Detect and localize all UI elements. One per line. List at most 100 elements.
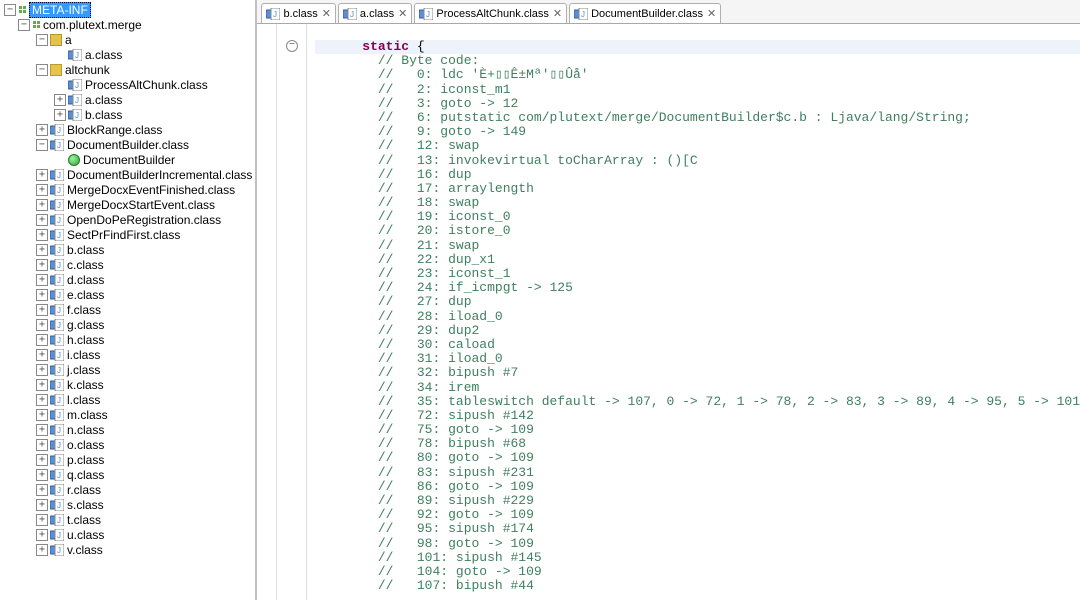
tree-item[interactable]: +Ju.class bbox=[4, 527, 255, 542]
code-line[interactable]: // 2: iconst_m1 bbox=[315, 83, 1080, 97]
tree-item[interactable]: +Jo.class bbox=[4, 437, 255, 452]
code-line[interactable]: // 16: dup bbox=[315, 168, 1080, 182]
code-line[interactable]: // 89: sipush #229 bbox=[315, 494, 1080, 508]
tree-label[interactable]: s.class bbox=[67, 498, 104, 512]
code-line[interactable]: // 17: arraylength bbox=[315, 182, 1080, 196]
code-line[interactable]: // 35: tableswitch default -> 107, 0 -> … bbox=[315, 395, 1080, 409]
close-icon[interactable]: ✕ bbox=[398, 7, 407, 20]
tree-label[interactable]: ProcessAltChunk.class bbox=[85, 78, 208, 92]
collapse-icon[interactable]: − bbox=[18, 19, 30, 31]
tree-label[interactable]: j.class bbox=[67, 363, 100, 377]
expand-icon[interactable]: + bbox=[36, 124, 48, 136]
tree-label[interactable]: l.class bbox=[67, 393, 100, 407]
expand-icon[interactable]: + bbox=[36, 439, 48, 451]
code-line[interactable]: // 29: dup2 bbox=[315, 324, 1080, 338]
expand-icon[interactable]: + bbox=[36, 349, 48, 361]
tree-label[interactable]: k.class bbox=[67, 378, 104, 392]
expand-icon[interactable]: + bbox=[36, 409, 48, 421]
tree-label[interactable]: u.class bbox=[67, 528, 104, 542]
tree-label[interactable]: n.class bbox=[67, 423, 104, 437]
code-line[interactable]: // 18: swap bbox=[315, 196, 1080, 210]
tree-item[interactable]: +Jr.class bbox=[4, 482, 255, 497]
expand-icon[interactable]: + bbox=[36, 259, 48, 271]
tree-label[interactable]: a bbox=[65, 33, 72, 47]
tree-label[interactable]: a.class bbox=[85, 93, 122, 107]
tree-item[interactable]: +JMergeDocxEventFinished.class bbox=[4, 182, 255, 197]
expand-icon[interactable]: + bbox=[36, 184, 48, 196]
tree-item[interactable]: Ja.class bbox=[4, 47, 255, 62]
code-line[interactable]: // 24: if_icmpgt -> 125 bbox=[315, 281, 1080, 295]
tree-item[interactable]: +Jb.class bbox=[4, 242, 255, 257]
code-line[interactable]: // 34: irem bbox=[315, 381, 1080, 395]
code-line[interactable]: // 107: bipush #44 bbox=[315, 579, 1080, 593]
code-line[interactable]: // 72: sipush #142 bbox=[315, 409, 1080, 423]
tree-label[interactable]: d.class bbox=[67, 273, 104, 287]
tree-label[interactable]: m.class bbox=[67, 408, 108, 422]
tree-label[interactable]: c.class bbox=[67, 258, 104, 272]
editor-tab[interactable]: JDocumentBuilder.class✕ bbox=[569, 3, 721, 23]
tree-item[interactable]: +Js.class bbox=[4, 497, 255, 512]
tree-item[interactable]: +Je.class bbox=[4, 287, 255, 302]
expand-icon[interactable]: + bbox=[36, 454, 48, 466]
tree-label[interactable]: com.plutext.merge bbox=[43, 18, 142, 32]
code-line[interactable]: // 30: caload bbox=[315, 338, 1080, 352]
tree-label[interactable]: BlockRange.class bbox=[67, 123, 162, 137]
code-line[interactable]: // 32: bipush #7 bbox=[315, 366, 1080, 380]
tree-item[interactable]: +Jf.class bbox=[4, 302, 255, 317]
tree-item[interactable]: +Jk.class bbox=[4, 377, 255, 392]
code-line[interactable]: // 6: putstatic com/plutext/merge/Docume… bbox=[315, 111, 1080, 125]
tree-label[interactable]: f.class bbox=[67, 303, 101, 317]
code-line[interactable]: // 104: goto -> 109 bbox=[315, 565, 1080, 579]
tree-item[interactable]: +Jd.class bbox=[4, 272, 255, 287]
expand-icon[interactable]: + bbox=[36, 199, 48, 211]
expand-icon[interactable]: + bbox=[36, 289, 48, 301]
tree-item[interactable]: +Jv.class bbox=[4, 542, 255, 557]
tree-label[interactable]: b.class bbox=[85, 108, 122, 122]
tree-label[interactable]: DocumentBuilder.class bbox=[67, 138, 189, 152]
expand-icon[interactable]: + bbox=[36, 319, 48, 331]
code-line[interactable]: // 12: swap bbox=[315, 139, 1080, 153]
code-line[interactable]: // 101: sipush #145 bbox=[315, 551, 1080, 565]
editor-tab[interactable]: JProcessAltChunk.class✕ bbox=[414, 3, 567, 23]
code-line[interactable]: // 28: iload_0 bbox=[315, 310, 1080, 324]
expand-icon[interactable]: + bbox=[36, 244, 48, 256]
collapse-icon[interactable]: − bbox=[36, 139, 48, 151]
tree-item[interactable]: +Jb.class bbox=[4, 107, 255, 122]
tree-item[interactable]: JProcessAltChunk.class bbox=[4, 77, 255, 92]
tree-label[interactable]: DocumentBuilder bbox=[83, 153, 175, 167]
tree-label[interactable]: b.class bbox=[67, 243, 104, 257]
expand-icon[interactable]: + bbox=[54, 94, 66, 106]
tree-item[interactable]: +JMergeDocxStartEvent.class bbox=[4, 197, 255, 212]
expand-icon[interactable]: + bbox=[36, 364, 48, 376]
code-line[interactable]: // 27: dup bbox=[315, 295, 1080, 309]
tree-item[interactable]: +JDocumentBuilderIncremental.class bbox=[4, 167, 255, 182]
code-line[interactable]: // 95: sipush #174 bbox=[315, 522, 1080, 536]
tree-item[interactable]: +JSectPrFindFirst.class bbox=[4, 227, 255, 242]
expand-icon[interactable]: + bbox=[36, 229, 48, 241]
tree-item[interactable]: +Jj.class bbox=[4, 362, 255, 377]
editor-tab[interactable]: Jb.class✕ bbox=[261, 3, 335, 23]
collapse-icon[interactable]: − bbox=[4, 4, 16, 16]
tree-label[interactable]: MergeDocxStartEvent.class bbox=[67, 198, 215, 212]
tree-item[interactable]: +Ji.class bbox=[4, 347, 255, 362]
tree-item[interactable]: +Jq.class bbox=[4, 467, 255, 482]
code-editor[interactable]: − static { // Byte code: // 0: ldc 'È+▯▯… bbox=[257, 24, 1080, 600]
tree-label[interactable]: e.class bbox=[67, 288, 104, 302]
tree-label[interactable]: i.class bbox=[67, 348, 100, 362]
tree-package[interactable]: − com.plutext.merge bbox=[4, 17, 255, 32]
expand-icon[interactable]: + bbox=[36, 394, 48, 406]
tree-item[interactable]: −altchunk bbox=[4, 62, 255, 77]
tree-label[interactable]: v.class bbox=[67, 543, 103, 557]
editor-tab-bar[interactable]: Jb.class✕Ja.class✕JProcessAltChunk.class… bbox=[257, 0, 1080, 24]
expand-icon[interactable]: + bbox=[36, 469, 48, 481]
close-icon[interactable]: ✕ bbox=[707, 7, 716, 20]
expand-icon[interactable]: + bbox=[36, 379, 48, 391]
code-line[interactable]: // 75: goto -> 109 bbox=[315, 423, 1080, 437]
tree-item[interactable]: +JBlockRange.class bbox=[4, 122, 255, 137]
tree-item[interactable]: DocumentBuilder bbox=[4, 152, 255, 167]
code-content[interactable]: static { // Byte code: // 0: ldc 'È+▯▯Ê±… bbox=[307, 24, 1080, 600]
collapse-icon[interactable]: − bbox=[36, 34, 48, 46]
tree-label[interactable]: a.class bbox=[85, 48, 122, 62]
tree-item[interactable]: +Jc.class bbox=[4, 257, 255, 272]
close-icon[interactable]: ✕ bbox=[322, 7, 331, 20]
